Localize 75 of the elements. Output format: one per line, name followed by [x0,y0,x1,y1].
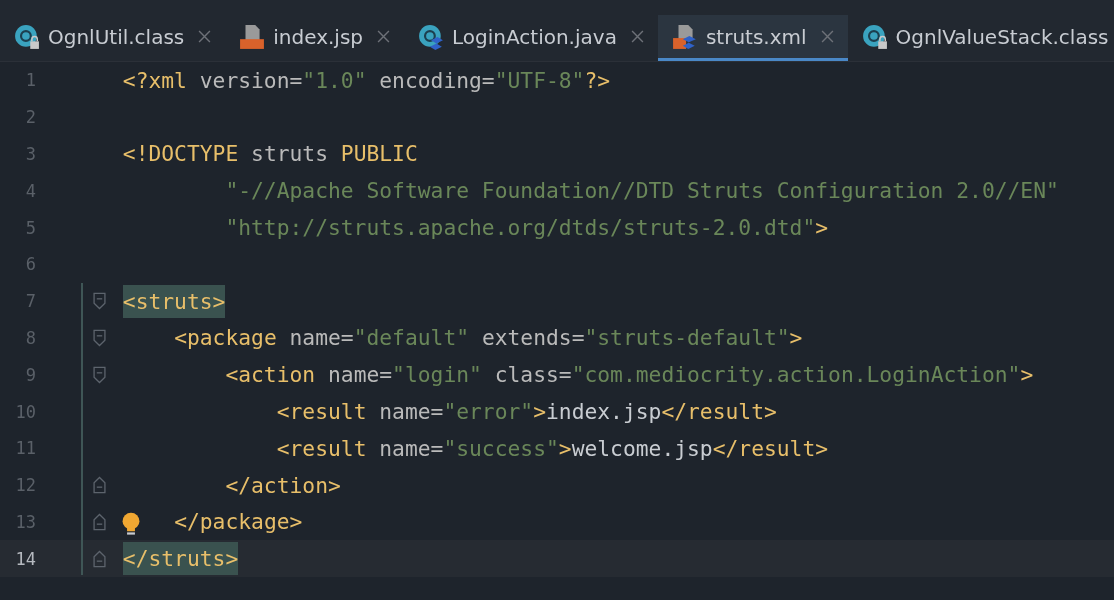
attribute-value: "-//Apache Software Foundation//DTD Struts Configuration 2.0//EN" [225,178,1059,204]
close-icon[interactable] [198,30,212,43]
attribute-name: struts [251,141,329,167]
xml-tag: </package> [174,509,303,535]
line-number: 13 [14,511,36,532]
xml-tag: <?xml [122,67,187,93]
attribute-value: "1.0" [302,67,367,93]
fold-marker-icon[interactable] [93,292,106,311]
line-number: 10 [14,401,36,422]
attribute-value: "success" [443,435,559,461]
tag-content: welcome.jsp [571,435,713,461]
xml-tag: <result [276,399,367,425]
lightbulb-icon[interactable] [122,512,140,538]
line-number: 8 [24,327,36,348]
editor-tab[interactable]: LoginAction.java [404,15,658,61]
line-number: 2 [24,107,36,128]
xml-tag: </result> [712,435,829,461]
jsp-file-icon [239,23,266,50]
editor-tab[interactable]: OgnlUtil.class [0,15,226,61]
editor-tab[interactable]: index.jsp [225,15,405,61]
xml-tag: > [558,435,572,461]
close-icon[interactable] [377,30,391,43]
editor-tab[interactable]: struts.xml [657,15,848,61]
close-icon[interactable] [630,30,644,43]
attribute-name: name= [289,325,354,351]
xml-tag: > [815,215,829,241]
attribute-value: "com.mediocrity.action.LoginAction" [571,362,1021,388]
line-number: 5 [24,217,36,238]
xml-tag: <package [174,325,277,351]
class-file-icon [861,23,888,50]
xml-tag: PUBLIC [340,141,418,167]
xml-tag: </result> [661,399,777,425]
fold-end-icon[interactable] [93,476,106,495]
line-number: 4 [24,180,36,201]
xml-tag: <action [225,362,316,388]
java-class-icon [418,23,445,50]
attribute-name: name= [328,362,393,388]
attribute-value: "UTF-8" [494,67,585,93]
line-number: 3 [24,144,36,164]
attribute-value: "struts-default" [584,325,790,351]
line-number: 12 [14,475,36,496]
attribute-value: "default" [353,325,470,351]
xml-tag: > [1020,362,1034,388]
attribute-name: name= [379,399,444,425]
tag-content: index.jsp [546,399,662,425]
line-number: 9 [24,364,36,385]
line-number: 7 [24,291,36,312]
xml-tag: <result [276,435,367,461]
attribute-name: version= [199,67,303,93]
attribute-name: encoding= [379,67,495,93]
attribute-name: class= [494,362,572,388]
close-icon[interactable] [820,30,834,43]
matched-tag: </struts> [122,542,239,576]
attribute-value: "http://struts.apache.org/dtds/struts-2.0.dtd" [225,215,816,241]
attribute-name: extends= [481,325,585,351]
line-number: 1 [24,70,36,91]
line-number: 11 [14,438,36,459]
editor-tab[interactable]: OgnlValueStack.class [847,15,1114,61]
xml-tag: <!DOCTYPE [122,141,239,167]
line-number: 6 [24,254,36,275]
line-number: 14 [14,548,36,569]
fold-marker-icon[interactable] [93,328,106,347]
fold-end-icon[interactable] [93,549,106,568]
xml-tag: ?> [584,67,611,93]
xml-tag: > [789,325,803,351]
attribute-name: name= [379,435,444,461]
xml-tag: > [533,399,546,425]
xml-file-icon [671,23,698,50]
attribute-value: "login" [392,362,482,388]
fold-end-icon[interactable] [93,512,106,531]
attribute-value: "error" [443,399,534,425]
fold-marker-icon[interactable] [93,365,106,384]
xml-tag: </action> [225,472,341,498]
class-file-icon [14,23,40,50]
matched-tag: <struts> [122,284,226,318]
